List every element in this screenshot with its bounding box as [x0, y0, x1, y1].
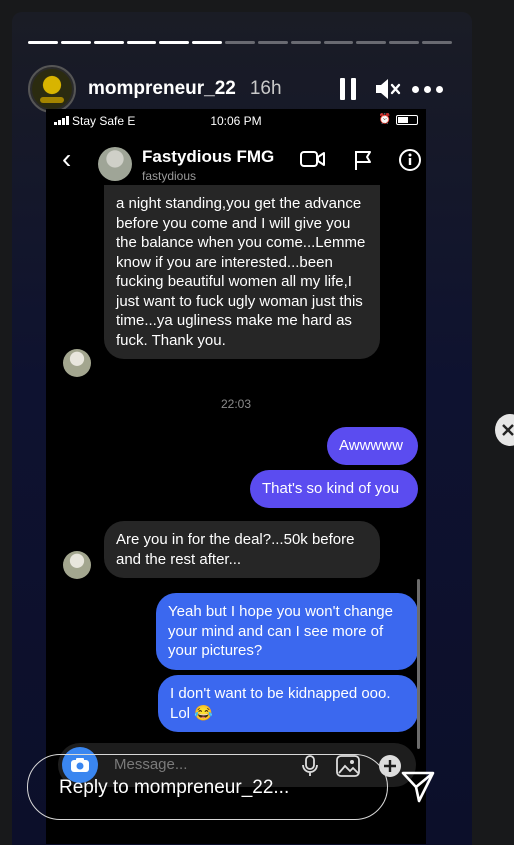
mute-icon[interactable]: [374, 63, 402, 115]
next-story-icon[interactable]: [495, 414, 514, 446]
video-call-icon[interactable]: [300, 149, 326, 169]
progress-segment: [126, 41, 157, 44]
progress-segment: [356, 41, 387, 44]
story-header: mompreneur_22 16h: [28, 63, 458, 115]
alarm-icon: ⏰: [378, 114, 391, 125]
contact-handle: fastydious: [142, 169, 197, 183]
screenshot-image: Stay Safe E 10:06 PM ⏰ ‹ Fastydious FMG …: [46, 109, 426, 844]
contact-name[interactable]: Fastydious FMG: [142, 147, 274, 167]
author-avatar[interactable]: [28, 65, 76, 113]
dm-header: ‹ Fastydious FMG fastydious: [46, 135, 426, 187]
message-timestamp: 22:03: [220, 397, 252, 411]
phone-clock: 10:06 PM: [210, 114, 262, 128]
contact-avatar[interactable]: [98, 147, 132, 181]
phone-status-bar: Stay Safe E 10:06 PM ⏰: [46, 109, 426, 129]
progress-segment: [290, 41, 321, 44]
sender-avatar: [63, 551, 91, 579]
message-received[interactable]: Are you in for the deal?...50k before an…: [104, 521, 380, 578]
message-sent[interactable]: I don't want to be kidnapped ooo. Lol 😂: [158, 675, 418, 732]
progress-segment: [389, 41, 420, 44]
reply-input[interactable]: Reply to mompreneur_22...: [27, 754, 388, 820]
message-received[interactable]: a night standing,you get the advance bef…: [104, 185, 380, 359]
more-icon[interactable]: [412, 63, 443, 115]
back-icon[interactable]: ‹: [62, 145, 71, 173]
story-time-ago: 16h: [249, 78, 282, 99]
battery-icon: [396, 114, 418, 125]
pause-icon[interactable]: [340, 63, 362, 115]
progress-segment: [28, 41, 58, 44]
message-sent[interactable]: Awwwww: [327, 427, 418, 465]
progress-segment: [422, 41, 452, 44]
sender-avatar: [63, 349, 91, 377]
progress-segment: [60, 41, 91, 44]
progress-segment: [192, 41, 223, 44]
message-sent[interactable]: That's so kind of you: [250, 470, 418, 508]
progress-segment: [159, 41, 190, 44]
progress-segment: [257, 41, 288, 44]
progress-segment: [323, 41, 354, 44]
reply-placeholder: Reply to mompreneur_22...: [59, 777, 290, 798]
flag-icon[interactable]: [352, 149, 374, 171]
scrollbar[interactable]: [417, 579, 420, 749]
story-frame[interactable]: mompreneur_22 16h Stay Safe E 10:06 PM ⏰…: [12, 12, 472, 845]
author-username[interactable]: mompreneur_22: [88, 78, 236, 100]
story-viewer: mompreneur_22 16h Stay Safe E 10:06 PM ⏰…: [0, 0, 514, 845]
send-icon[interactable]: [400, 768, 436, 804]
progress-segment: [93, 41, 124, 44]
info-icon[interactable]: [398, 148, 422, 172]
story-progress-bar: [28, 41, 452, 44]
message-sent[interactable]: Yeah but I hope you won't change your mi…: [156, 593, 418, 670]
progress-segment: [225, 41, 255, 44]
